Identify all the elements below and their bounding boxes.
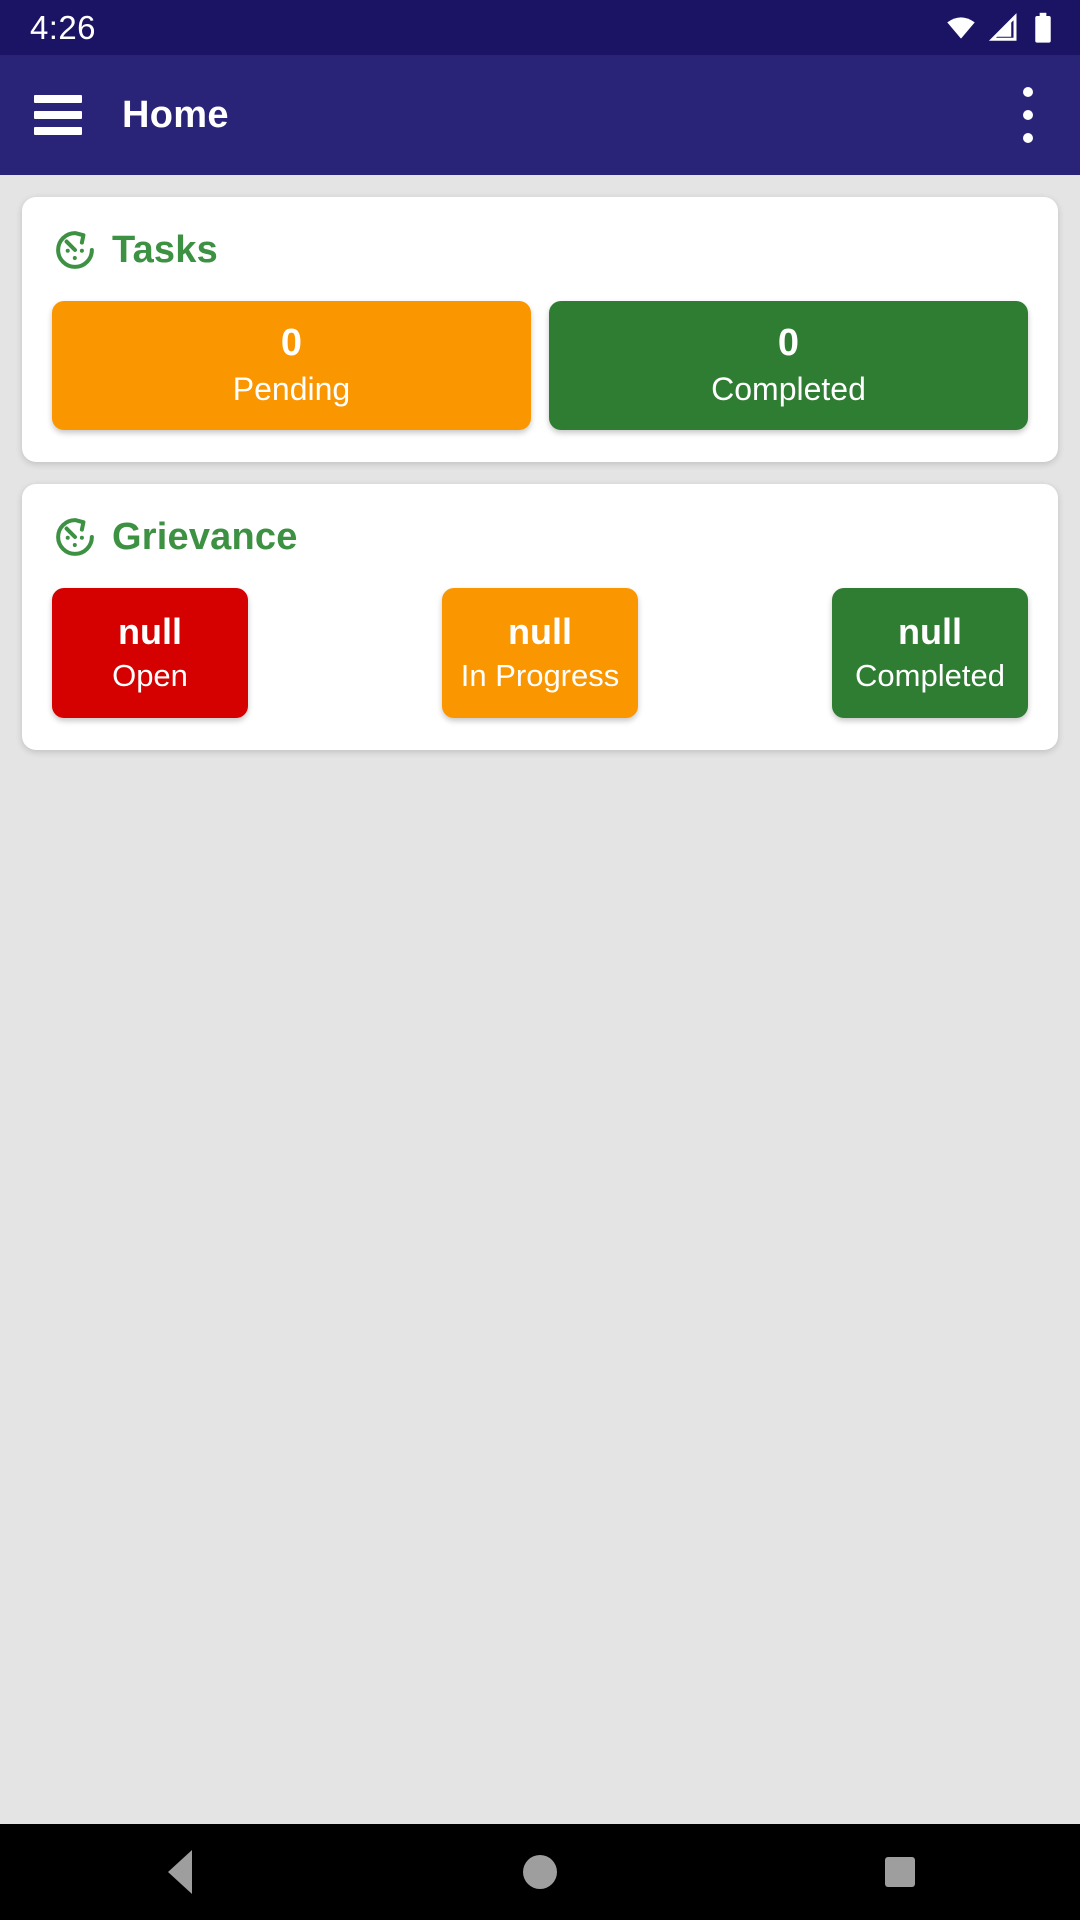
recents-square-icon [885, 1857, 915, 1887]
app-screen: 4:26 Home Tasks 0 Pending 0 Completed Gr… [0, 0, 1080, 1920]
content-area: Tasks 0 Pending 0 Completed Grievance nu… [0, 175, 1080, 1824]
tile-label: Completed [855, 657, 1005, 693]
tile-value: null [118, 611, 182, 653]
tile-grievance-open[interactable]: null Open [52, 588, 248, 718]
tile-value: 0 [280, 321, 303, 364]
tasks-tile-row: 0 Pending 0 Completed [52, 301, 1028, 430]
page-title: Home [122, 93, 229, 136]
tile-grievance-completed[interactable]: null Completed [832, 588, 1028, 718]
status-icon-group [944, 12, 1054, 44]
tile-grievance-in-progress[interactable]: null In Progress [442, 588, 638, 718]
cellular-signal-icon [989, 12, 1017, 41]
tile-label: In Progress [460, 657, 620, 693]
pace-timer-icon [56, 518, 94, 556]
home-button[interactable] [470, 1824, 610, 1920]
more-vertical-icon[interactable] [1006, 84, 1050, 146]
tile-tasks-pending[interactable]: 0 Pending [52, 301, 531, 430]
tile-value: null [898, 611, 962, 653]
back-triangle-icon [168, 1850, 192, 1894]
tile-label: Open [112, 657, 188, 693]
wifi-icon [947, 16, 975, 39]
back-button[interactable] [110, 1824, 250, 1920]
hamburger-menu-icon[interactable] [34, 95, 82, 135]
grievance-card-title: Grievance [112, 516, 298, 558]
grievance-tile-row: null Open null In Progress null Complete… [52, 588, 1028, 718]
android-navigation-bar [0, 1824, 1080, 1920]
tasks-card-header: Tasks [52, 227, 1028, 273]
tile-label: Completed [711, 370, 866, 407]
tile-label: Pending [232, 370, 351, 407]
tile-value: 0 [777, 321, 800, 364]
tasks-card-title: Tasks [112, 229, 218, 271]
home-circle-icon [523, 1855, 557, 1889]
tasks-card: Tasks 0 Pending 0 Completed [22, 197, 1058, 462]
recents-button[interactable] [830, 1824, 970, 1920]
battery-icon [1035, 12, 1051, 43]
app-bar: Home [0, 55, 1080, 175]
tile-tasks-completed[interactable]: 0 Completed [549, 301, 1028, 430]
grievance-card-header: Grievance [52, 514, 1028, 560]
pace-timer-icon [56, 231, 94, 269]
status-clock: 4:26 [30, 9, 96, 46]
grievance-card: Grievance null Open null In Progress nul… [22, 484, 1058, 750]
tile-value: null [508, 611, 572, 653]
status-bar: 4:26 [0, 0, 1080, 55]
